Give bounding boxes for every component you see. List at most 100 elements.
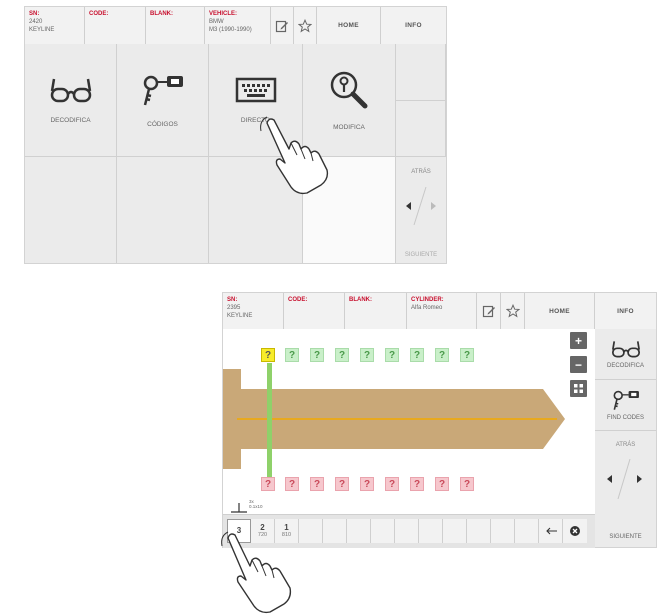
keyboard-icon <box>235 77 276 102</box>
cut-marker-top-8[interactable]: ? <box>435 348 449 362</box>
zoom-in-button[interactable]: + <box>570 332 587 349</box>
back-label[interactable]: ATRÁS <box>595 442 656 448</box>
pointing-hand-icon <box>260 116 329 195</box>
clear-button[interactable] <box>563 519 587 543</box>
find-codes-label: FIND CODES <box>606 415 644 421</box>
depth-cell-6[interactable] <box>347 519 371 543</box>
cut-marker-bottom-9[interactable]: ? <box>460 477 474 491</box>
blank-field: BLANK: <box>146 7 205 44</box>
depth-cell-5[interactable] <box>323 519 347 543</box>
next-arrow-button[interactable] <box>630 470 648 488</box>
depth-cell-7[interactable] <box>371 519 395 543</box>
depth-cell-11[interactable] <box>467 519 491 543</box>
cut-marker-bottom-3[interactable]: ? <box>310 477 324 491</box>
decode-button[interactable]: DECODIFICA <box>595 329 656 380</box>
scale-label: 3x 0.1x10 <box>249 499 263 509</box>
edit-icon <box>275 20 288 32</box>
cylinder-field: CYLINDER: Alfa Romeo <box>407 293 477 329</box>
header-bar: SN: 2395 KEYLINE CODE: BLANK: CYLINDER: … <box>223 293 656 330</box>
depth-cell-8[interactable] <box>395 519 419 543</box>
next-label[interactable]: SIGUIENTE <box>595 534 656 540</box>
depth-cell-10[interactable] <box>443 519 467 543</box>
star-icon <box>298 18 312 32</box>
tile-decodifica-label: DECODIFICA <box>50 116 91 124</box>
star-icon <box>505 304 520 318</box>
cut-marker-top-4[interactable]: ? <box>335 348 349 362</box>
cut-marker-bottom-2[interactable]: ? <box>285 477 299 491</box>
fit-view-button[interactable] <box>570 380 587 397</box>
favorite-button[interactable] <box>294 7 317 44</box>
favorite-button[interactable] <box>501 293 525 329</box>
screen-cut-editor: SN: 2395 KEYLINE CODE: BLANK: CYLINDER: … <box>222 292 657 548</box>
chevron-left-icon <box>607 475 612 483</box>
next-label[interactable]: SIGUIENTE <box>396 252 446 258</box>
info-button[interactable]: INFO <box>595 293 656 329</box>
vehicle-label: VEHICLE: <box>209 11 238 17</box>
cylinder-label: CYLINDER: <box>411 297 444 303</box>
arrow-left-icon <box>545 527 557 535</box>
depth-cell-9[interactable] <box>419 519 443 543</box>
magnifier-key-icon <box>330 71 368 108</box>
next-arrow-button[interactable] <box>424 197 442 215</box>
tile-codigos-label: CÓDIGOS <box>147 120 178 128</box>
cut-marker-bottom-6[interactable]: ? <box>385 477 399 491</box>
cut-marker-bottom-5[interactable]: ? <box>360 477 374 491</box>
nav-arrows <box>396 185 446 227</box>
cylinder-value: Alfa Romeo <box>411 305 443 311</box>
blank-label: BLANK: <box>150 11 173 17</box>
close-circle-icon <box>570 526 580 536</box>
cut-marker-top-1[interactable]: ? <box>261 348 275 362</box>
tile-decodifica[interactable]: DECODIFICA <box>25 44 117 157</box>
code-field: CODE: <box>85 7 146 44</box>
cut-marker-bottom-1[interactable]: ? <box>261 477 275 491</box>
sn-field: SN: 2395 KEYLINE <box>223 293 284 329</box>
tile-empty-3 <box>25 157 117 263</box>
key-tag-icon <box>613 390 639 410</box>
tile-empty-2 <box>396 101 446 157</box>
find-codes-button[interactable]: FIND CODES <box>595 380 656 431</box>
sn-label: SN: <box>227 297 238 303</box>
cut-marker-top-3[interactable]: ? <box>310 348 324 362</box>
code-label: CODE: <box>89 11 109 17</box>
home-button[interactable]: HOME <box>525 293 595 329</box>
edit-icon <box>482 305 495 318</box>
depth-cell-12[interactable] <box>491 519 515 543</box>
tile-codigos[interactable]: CÓDIGOS <box>117 44 209 157</box>
cut-marker-top-5[interactable]: ? <box>360 348 374 362</box>
decode-label: DECODIFICA <box>606 362 644 369</box>
cut-marker-top-2[interactable]: ? <box>285 348 299 362</box>
sn-field: SN: 2420 KEYLINE <box>25 7 85 44</box>
pointing-hand-icon <box>221 531 292 614</box>
nav-panel: ATRÁS SIGUIENTE <box>396 157 446 263</box>
depth-cell-13[interactable] <box>515 519 539 543</box>
key-blade <box>223 363 565 477</box>
cut-marker-top-9[interactable]: ? <box>460 348 474 362</box>
back-label[interactable]: ATRÁS <box>396 169 446 175</box>
chevron-right-icon <box>637 475 642 483</box>
chevron-left-icon <box>406 202 411 210</box>
zoom-out-button[interactable]: − <box>570 356 587 373</box>
cut-marker-top-7[interactable]: ? <box>410 348 424 362</box>
code-label: CODE: <box>288 297 308 303</box>
slash-divider <box>617 459 631 499</box>
key-tag-icon <box>143 75 183 105</box>
tile-empty-4 <box>117 157 209 263</box>
tile-empty-1 <box>396 44 446 101</box>
vehicle-value: BMW M3 (1990-1990) <box>209 19 252 33</box>
cut-marker-bottom-8[interactable]: ? <box>435 477 449 491</box>
cut-marker-bottom-4[interactable]: ? <box>335 477 349 491</box>
glasses-icon <box>50 78 91 102</box>
scale-icon <box>231 503 247 513</box>
info-button[interactable]: INFO <box>381 7 446 44</box>
sn-value: 2395 KEYLINE <box>227 305 253 319</box>
blank-label: BLANK: <box>349 297 372 303</box>
home-button[interactable]: HOME <box>317 7 381 44</box>
cut-marker-top-6[interactable]: ? <box>385 348 399 362</box>
glasses-icon <box>611 340 640 357</box>
edit-button[interactable] <box>477 293 501 329</box>
sn-label: SN: <box>29 11 40 17</box>
cut-marker-bottom-7[interactable]: ? <box>410 477 424 491</box>
edit-button[interactable] <box>271 7 294 44</box>
vehicle-field: VEHICLE: BMW M3 (1990-1990) <box>205 7 271 44</box>
backspace-button[interactable] <box>539 519 563 543</box>
